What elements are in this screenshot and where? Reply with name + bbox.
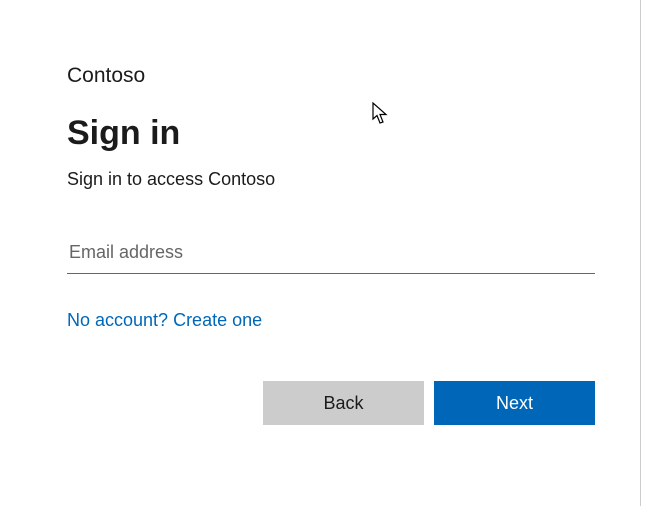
panel-right-divider bbox=[640, 0, 641, 506]
brand-label: Contoso bbox=[67, 64, 595, 88]
signin-panel: Contoso Sign in Sign in to access Contos… bbox=[67, 64, 595, 425]
next-button[interactable]: Next bbox=[434, 381, 595, 425]
back-button[interactable]: Back bbox=[263, 381, 424, 425]
page-subtitle: Sign in to access Contoso bbox=[67, 169, 595, 190]
email-field[interactable] bbox=[67, 236, 595, 274]
button-row: Back Next bbox=[67, 381, 595, 425]
create-account-link[interactable]: No account? Create one bbox=[67, 310, 262, 331]
page-title: Sign in bbox=[67, 114, 595, 153]
